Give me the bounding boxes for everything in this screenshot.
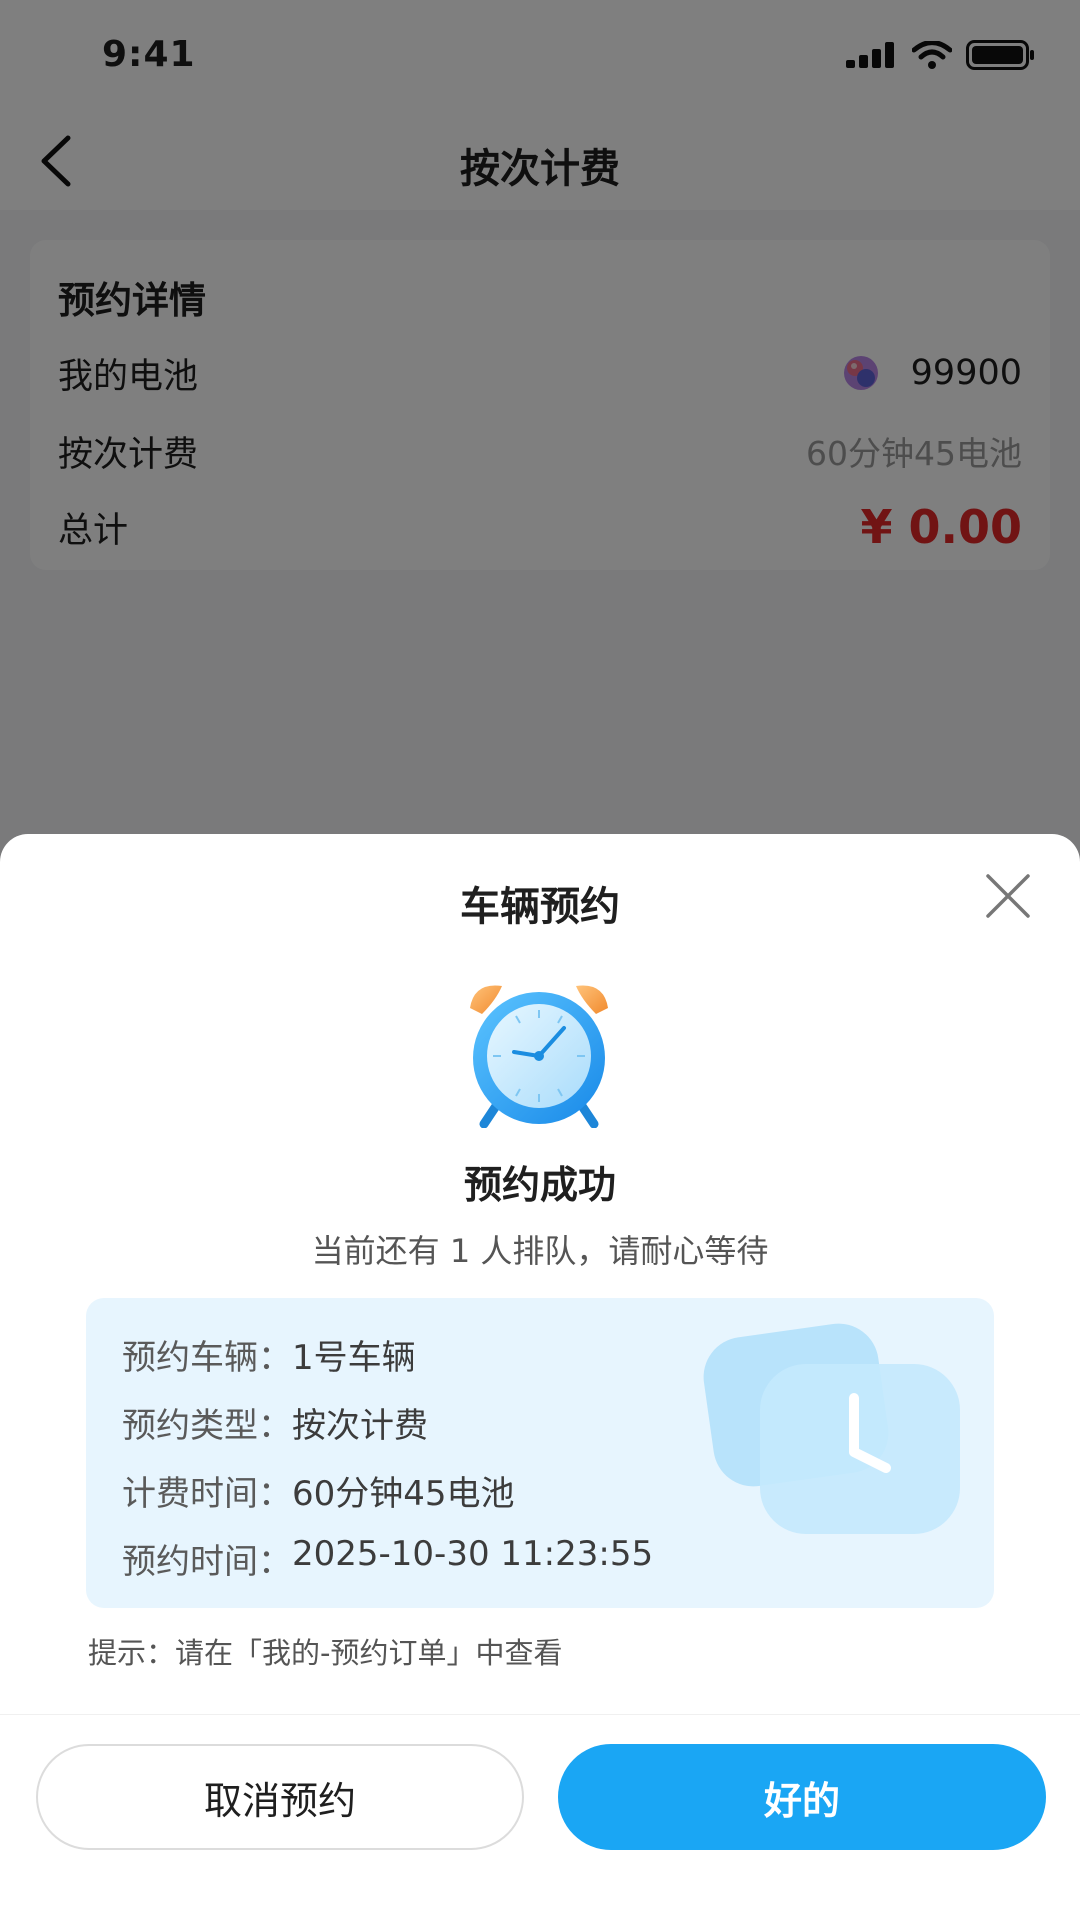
info-label: 预约车辆： xyxy=(122,1338,292,1378)
clock-decoration-icon xyxy=(703,1323,960,1534)
info-value: 按次计费 xyxy=(292,1406,428,1446)
info-label: 预约时间： xyxy=(122,1542,292,1582)
success-title: 预约成功 xyxy=(463,1163,616,1207)
reservation-info-card: 预约车辆： 1号车辆 预约类型： 按次计费 计费时间： 60分钟45电池 预约时… xyxy=(86,1298,994,1608)
queue-text: 当前还有 1 人排队，请耐心等待 xyxy=(311,1232,769,1270)
info-label: 计费时间： xyxy=(122,1474,292,1514)
divider xyxy=(0,1714,1080,1715)
info-value: 60分钟45电池 xyxy=(292,1474,515,1514)
info-row-reserve-time: 预约时间： 2025-10-30 11:23:55 xyxy=(122,1534,653,1583)
close-icon[interactable] xyxy=(982,870,1034,922)
sheet-title: 车辆预约 xyxy=(460,884,620,930)
info-label: 预约类型： xyxy=(122,1406,292,1446)
info-value: 1号车辆 xyxy=(292,1338,416,1378)
info-value: 2025-10-30 11:23:55 xyxy=(292,1534,654,1574)
reservation-sheet: 车辆预约 预约成功 当前还有 1 人排队，请耐心等待 预约车辆： 1号车辆 预约… xyxy=(0,834,1080,1920)
info-row-type: 预约类型： 按次计费 xyxy=(122,1398,428,1447)
cancel-reservation-button[interactable]: 取消预约 xyxy=(36,1744,524,1850)
info-row-vehicle: 预约车辆： 1号车辆 xyxy=(122,1330,416,1379)
ok-button[interactable]: 好的 xyxy=(558,1744,1046,1850)
hint-text: 提示：请在「我的-预约订单」中查看 xyxy=(88,1636,563,1670)
alarm-clock-icon xyxy=(470,985,608,1128)
info-row-billing-time: 计费时间： 60分钟45电池 xyxy=(122,1466,515,1515)
